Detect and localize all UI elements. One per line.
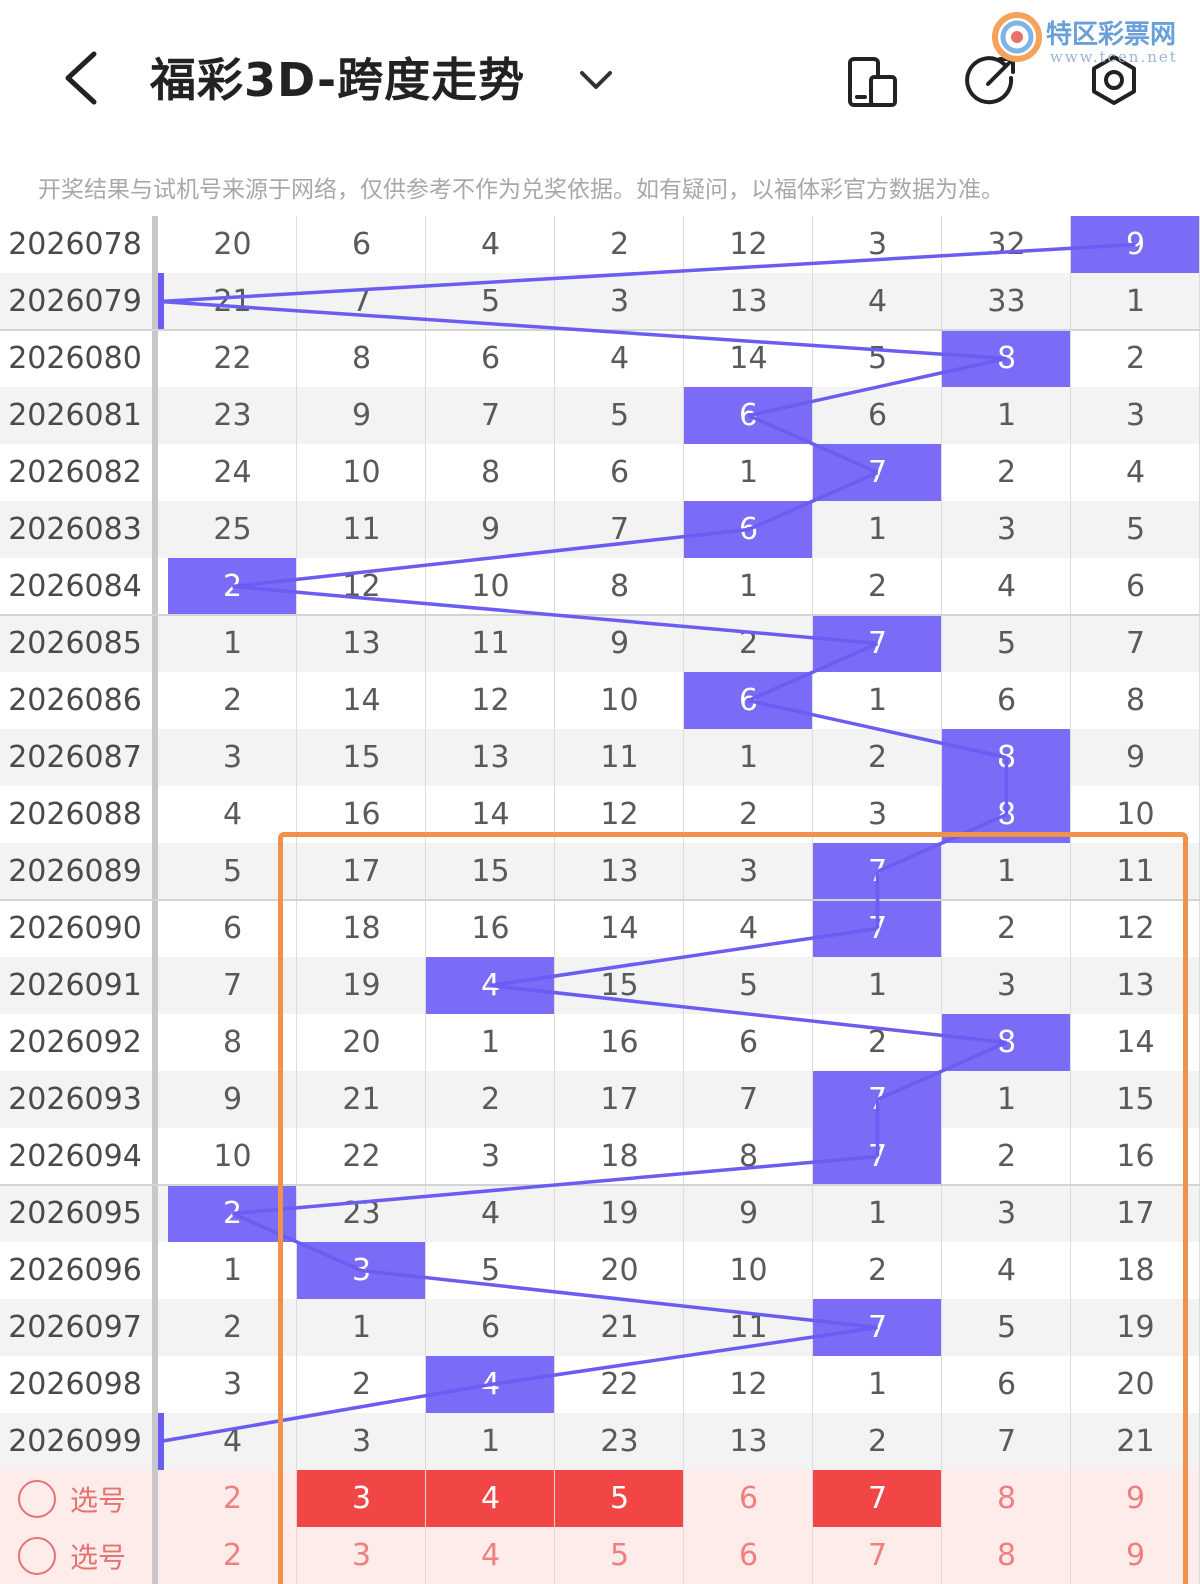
trend-segment [747, 413, 879, 475]
trend-segment [747, 641, 879, 703]
app-header: 福彩3D-跨度走势 特区彩票网 www.tcen.net [0, 0, 1200, 160]
trend-segment [232, 584, 878, 646]
title-dropdown-button[interactable] [572, 56, 620, 104]
trend-segment [748, 356, 1007, 418]
trend-segment [159, 299, 1007, 361]
phone-layout-icon [848, 57, 897, 107]
watermark-text: 特区彩票网 [1046, 20, 1177, 50]
trend-segment [232, 527, 749, 589]
page-title[interactable]: 福彩3D-跨度走势 [150, 44, 525, 110]
back-button[interactable] [44, 42, 116, 114]
trend-table: 2026078 20 6 4 2 12 3 32 9 2026079 21 7 5 3 13 4 33 1 2026… [0, 216, 1200, 1584]
watermark-logo-icon [992, 12, 1042, 62]
chevron-left-icon [65, 51, 97, 105]
trend-segment [159, 242, 1136, 304]
highlight-box [278, 832, 1188, 1584]
watermark-url: www.tcen.net [1050, 48, 1178, 66]
layout-button[interactable] [842, 52, 902, 112]
trend-segment [748, 698, 1007, 760]
trend-segment [747, 470, 879, 532]
watermark: 特区彩票网 www.tcen.net [990, 10, 1190, 68]
chevron-down-icon [580, 71, 612, 89]
disclaimer-notice: 开奖结果与试机号来源于网络，仅供参考不作为兑奖依据。如有疑问，以福体彩官方数据为… [38, 177, 1004, 203]
